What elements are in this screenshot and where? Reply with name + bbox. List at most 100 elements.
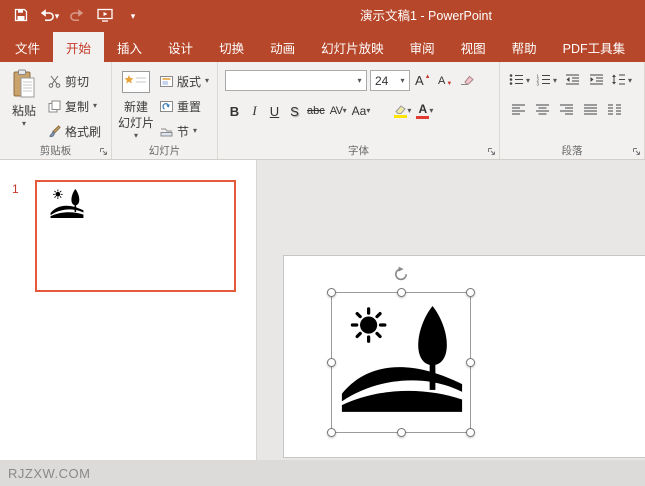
- format-painter-label: 格式刷: [65, 123, 101, 140]
- paragraph-group-label: 段落: [500, 143, 644, 158]
- resize-handle-bottom-left[interactable]: [327, 428, 336, 437]
- reset-label: 重置: [177, 98, 201, 115]
- bold-button[interactable]: B: [225, 101, 244, 121]
- bullets-button[interactable]: ▾: [507, 71, 532, 90]
- save-icon: [14, 8, 28, 25]
- picture-selection-box[interactable]: [331, 292, 471, 433]
- font-dialog-launcher[interactable]: [486, 146, 497, 157]
- resize-handle-bottom-middle[interactable]: [397, 428, 406, 437]
- font-color-button[interactable]: A ▾: [414, 101, 435, 121]
- underline-button[interactable]: U: [265, 101, 284, 121]
- columns-button[interactable]: [603, 101, 625, 120]
- copy-icon: [47, 100, 61, 113]
- text-highlight-color-button[interactable]: ▾: [392, 101, 413, 121]
- new-slide-button[interactable]: 新建 幻灯片 ▾: [115, 66, 157, 143]
- undo-button[interactable]: ▾: [36, 3, 62, 29]
- tab-slideshow[interactable]: 幻灯片放映: [308, 32, 397, 62]
- tab-design[interactable]: 设计: [155, 32, 206, 62]
- change-case-letters: Aa: [352, 104, 367, 118]
- increase-indent-button[interactable]: [585, 71, 607, 90]
- dropdown-caret-icon: ▾: [134, 132, 138, 140]
- slide-editing-surface[interactable]: [283, 255, 645, 458]
- copy-button[interactable]: 复制 ▾: [45, 96, 108, 116]
- resize-handle-middle-left[interactable]: [327, 358, 336, 367]
- resize-handle-middle-right[interactable]: [466, 358, 475, 367]
- line-spacing-button[interactable]: ▾: [609, 71, 634, 90]
- align-left-icon: [511, 103, 526, 119]
- arrow-up-icon: ▲: [425, 74, 431, 80]
- align-right-button[interactable]: [555, 101, 577, 120]
- paragraph-group: ▾ 123 ▾: [500, 62, 645, 159]
- numbering-button[interactable]: 123 ▾: [534, 71, 559, 90]
- align-center-button[interactable]: [531, 101, 553, 120]
- ribbon-tab-bar: 文件 开始 插入 设计 切换 动画 幻灯片放映 审阅 视图 帮助 PDF工具集: [0, 32, 645, 62]
- powerpoint-window: ▾ ▾ 演示文稿1 - PowerPoint 文件 开始 插入 设计 切换 动画: [0, 0, 645, 486]
- dropdown-caret-icon: ▾: [22, 120, 26, 128]
- landscape-clipart-image[interactable]: [340, 302, 464, 412]
- reset-slide-icon: [159, 101, 173, 112]
- decrease-indent-button[interactable]: [561, 71, 583, 90]
- quick-access-toolbar: ▾ ▾: [0, 3, 146, 29]
- font-size-combobox[interactable]: 24 ▾: [370, 70, 410, 91]
- strikethrough-button[interactable]: abc: [305, 101, 327, 121]
- slide-number: 1: [12, 182, 19, 196]
- clipboard-dialog-launcher[interactable]: [98, 146, 109, 157]
- paste-label: 粘贴: [12, 104, 36, 118]
- bold-letter: B: [230, 104, 239, 119]
- tab-file[interactable]: 文件: [2, 32, 53, 62]
- justify-button[interactable]: [579, 101, 601, 120]
- font-group: ▾ 24 ▾ A▲ A▼ B: [218, 62, 500, 159]
- start-slideshow-button[interactable]: [92, 3, 118, 29]
- eraser-icon: [460, 73, 474, 89]
- section-icon: [159, 126, 173, 137]
- redo-button[interactable]: [64, 3, 90, 29]
- text-shadow-button[interactable]: S: [285, 101, 304, 121]
- font-color-swatch: [416, 116, 429, 119]
- new-slide-icon: [121, 69, 151, 98]
- tab-insert[interactable]: 插入: [104, 32, 155, 62]
- tab-view[interactable]: 视图: [448, 32, 499, 62]
- clear-formatting-button[interactable]: [458, 71, 477, 91]
- customize-qat-button[interactable]: ▾: [120, 3, 146, 29]
- italic-button[interactable]: I: [245, 101, 264, 121]
- reset-button[interactable]: 重置: [157, 96, 214, 116]
- tab-pdf-tools[interactable]: PDF工具集: [550, 32, 639, 62]
- resize-handle-top-left[interactable]: [327, 288, 336, 297]
- resize-handle-bottom-right[interactable]: [466, 428, 475, 437]
- layout-label: 版式: [177, 73, 201, 90]
- tab-home[interactable]: 开始: [53, 32, 104, 62]
- slide-1-thumbnail[interactable]: [35, 180, 236, 292]
- ribbon: 粘贴 ▾ 剪切 复制 ▾: [0, 62, 645, 160]
- save-button[interactable]: [8, 3, 34, 29]
- svg-text:3: 3: [537, 81, 540, 86]
- decrease-font-size-button[interactable]: A▼: [436, 71, 455, 91]
- resize-handle-top-right[interactable]: [466, 288, 475, 297]
- section-label: 节: [177, 123, 189, 140]
- section-button[interactable]: 节 ▾: [157, 121, 214, 141]
- cut-button[interactable]: 剪切: [45, 71, 108, 91]
- character-spacing-button[interactable]: AV▾: [328, 101, 349, 121]
- resize-handle-top-middle[interactable]: [397, 288, 406, 297]
- layout-button[interactable]: 版式 ▾: [157, 71, 214, 91]
- tab-review[interactable]: 审阅: [397, 32, 448, 62]
- rotate-handle[interactable]: [392, 265, 410, 283]
- change-case-button[interactable]: Aa▾: [350, 101, 373, 121]
- font-name-combobox[interactable]: ▾: [225, 70, 367, 91]
- window-title: 演示文稿1 - PowerPoint: [360, 0, 492, 32]
- char-spacing-letters: AV: [330, 105, 343, 117]
- paragraph-dialog-launcher[interactable]: [631, 146, 642, 157]
- cut-label: 剪切: [65, 73, 89, 90]
- increase-font-size-button[interactable]: A▲: [413, 71, 433, 91]
- format-painter-button[interactable]: 格式刷: [45, 121, 108, 141]
- dropdown-caret-icon: ▾: [628, 77, 632, 85]
- tab-help[interactable]: 帮助: [499, 32, 550, 62]
- increase-font-letter: A: [415, 73, 424, 88]
- tab-animations[interactable]: 动画: [257, 32, 308, 62]
- tab-transitions[interactable]: 切换: [206, 32, 257, 62]
- paste-button[interactable]: 粘贴 ▾: [3, 66, 45, 143]
- chevron-down-icon: ▾: [131, 11, 136, 22]
- paste-clipboard-icon: [12, 69, 36, 102]
- undo-dropdown-caret-icon[interactable]: ▾: [55, 11, 60, 22]
- clipboard-group-label: 剪贴板: [0, 143, 111, 158]
- align-left-button[interactable]: [507, 101, 529, 120]
